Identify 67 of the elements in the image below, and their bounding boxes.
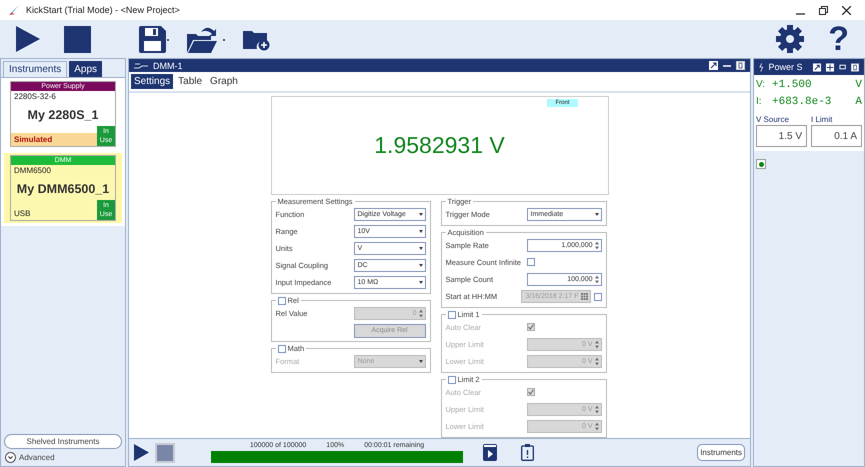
connection-label: USB [13,208,32,220]
pop-out-icon[interactable] [812,62,821,72]
sidebar-tab[interactable]: Instruments [3,61,68,77]
caret-icon [418,230,422,234]
caret-icon [418,281,422,284]
spin-arrows-icon [594,357,598,366]
book-play-icon[interactable] [483,444,497,462]
reading-value: +1.500 [772,79,812,91]
spin-arrows-icon [594,241,598,250]
power-icon [759,62,764,72]
expand-icon[interactable] [5,452,16,463]
caret-icon [418,264,422,268]
panel-tab[interactable]: Settings [131,74,174,90]
checkbox[interactable] [448,376,456,384]
save-icon[interactable] [139,26,169,52]
reading-unit: A [855,96,862,108]
caret-icon [418,360,422,364]
panel-tab[interactable]: Table [175,74,206,90]
panel-title: Power S [768,62,803,72]
input-field[interactable]: 1.5 V [756,125,807,147]
move-icon[interactable] [826,62,834,72]
panel-tab[interactable]: Graph [207,74,241,90]
open-folder-icon[interactable] [187,26,225,52]
checkbox[interactable] [448,310,456,319]
measurement-reading: 1.9582931 V [374,132,505,160]
spin-arrows-icon [594,275,598,284]
play-icon[interactable] [134,444,149,462]
advanced-label: Advanced [19,453,55,462]
reading-label: I: [756,96,763,107]
field-label: I Limit [811,115,834,124]
sidebar-tab[interactable]: Apps [69,61,102,77]
settings-icon[interactable] [776,25,804,53]
instrument-name: My DMM6500_1 [16,181,110,198]
window-title: KickStart (Trial Mode) - <New Project> [26,5,180,15]
play-icon[interactable] [16,26,40,52]
instrument-model: DMM6500 [13,165,52,176]
spin-arrows-icon [594,405,598,414]
spin-arrows-icon [594,340,598,350]
instrument-model: 2280S-32-6 [13,91,57,102]
caret-icon [418,247,422,250]
calendar-icon [580,293,588,300]
spin-arrows-icon [418,309,422,318]
input-field[interactable]: 0.1 A [811,125,862,147]
spin-arrows-icon [594,422,598,432]
reading-unit: V [855,79,862,91]
panel-title: DMM-1 [153,60,182,71]
restore-icon[interactable] [819,6,828,14]
waveform-icon [134,62,148,70]
checkbox[interactable] [278,296,286,305]
caret-icon [594,213,598,216]
connection-label: Simulated [11,133,97,146]
caret-icon [418,213,422,216]
stop-button[interactable] [155,442,175,463]
reading-label: V: [756,79,766,90]
dock-icon[interactable] [850,62,859,72]
checkbox[interactable] [526,258,534,266]
reading-value: +683.8e-3 [772,96,832,108]
shelved-instruments-button[interactable]: Shelved Instruments [4,434,122,449]
checkbox[interactable] [278,344,286,353]
instruments-button[interactable]: Instruments [697,444,745,462]
pop-out-icon[interactable] [709,61,718,70]
close-icon[interactable] [842,6,851,14]
help-button[interactable]: ? [828,22,849,56]
dock-icon[interactable] [736,61,745,70]
instrument-name: My 2280S_1 [26,107,100,124]
clipboard-alert-icon[interactable] [521,444,534,462]
field-label: V Source [756,115,790,124]
